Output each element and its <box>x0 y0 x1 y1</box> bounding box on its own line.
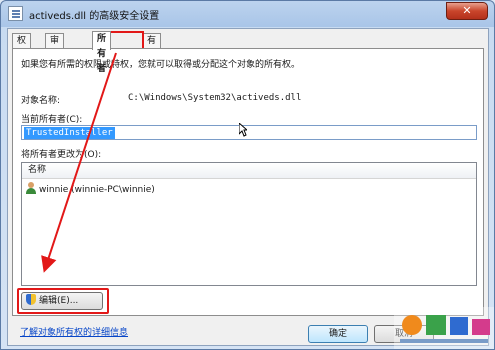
site-watermark-logo <box>394 307 494 349</box>
tab-owner[interactable]: 所有者 <box>92 31 112 74</box>
dialog-window: activeds.dll 的高级安全设置 ✕ 权限 审核 所有者 有效权限 如果… <box>0 0 495 350</box>
annotation-arrow <box>41 52 117 273</box>
